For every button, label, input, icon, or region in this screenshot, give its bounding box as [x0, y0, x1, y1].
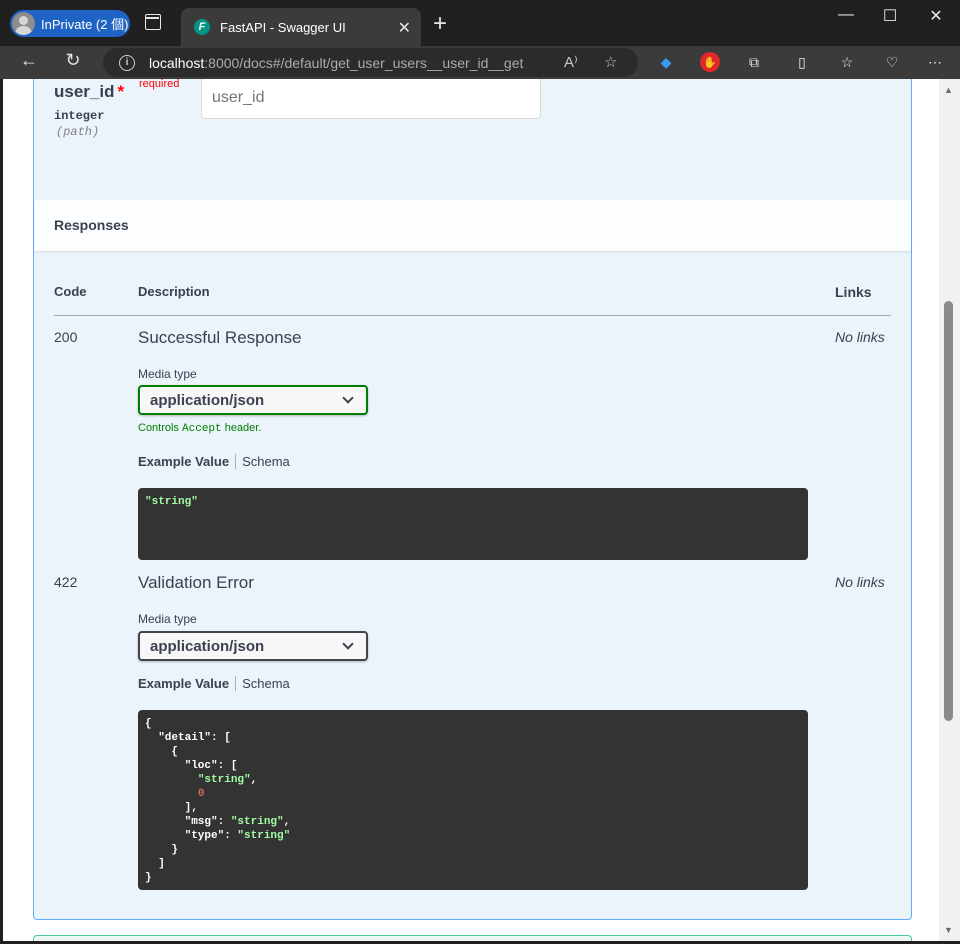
responses-title: Responses: [54, 217, 129, 233]
page-viewport: user_id* required integer (path) Respons…: [3, 79, 939, 941]
example-value-code: "string": [138, 488, 808, 560]
site-info-icon[interactable]: i: [119, 54, 135, 71]
url-path: :8000/docs#/default/get_user_users__user…: [204, 54, 524, 71]
avatar-icon: [12, 12, 35, 35]
tab-title: FastAPI - Swagger UI: [220, 19, 346, 35]
chevron-down-icon: [342, 638, 354, 650]
media-type-value: application/json: [150, 391, 265, 409]
response-links: No links: [835, 574, 885, 590]
tab-actions-icon[interactable]: [145, 14, 161, 30]
url-host: localhost: [149, 54, 205, 71]
window-close-icon[interactable]: ✕: [921, 6, 951, 26]
tab-swagger[interactable]: F FastAPI - Swagger UI ✕: [181, 8, 421, 46]
response-description: Validation Error: [138, 573, 254, 592]
example-value-code: { "detail": [ { "loc": [ "string", 0 ], …: [138, 710, 808, 890]
extension-stop-icon[interactable]: ✋: [700, 52, 720, 72]
example-schema-tabs: Example Value Schema: [138, 454, 290, 469]
tab-example-value[interactable]: Example Value: [138, 676, 237, 691]
inprivate-profile-button[interactable]: InPrivate (2 個): [10, 10, 130, 37]
read-aloud-icon[interactable]: A⁾: [564, 53, 578, 71]
media-type-label: Media type: [138, 367, 197, 381]
user-id-input[interactable]: [201, 79, 541, 119]
param-name: user_id *: [54, 82, 125, 101]
param-type: integer: [54, 109, 105, 123]
media-type-value: application/json: [150, 637, 265, 655]
tab-example-value[interactable]: Example Value: [138, 454, 237, 469]
controls-accept-note: Controls Accept header.: [138, 422, 262, 435]
new-tab-button[interactable]: +: [433, 10, 447, 38]
fastapi-favicon-icon: F: [194, 19, 210, 35]
scroll-down-icon[interactable]: ▼: [944, 925, 953, 935]
param-required-label: required: [139, 79, 180, 90]
responses-header: Responses: [34, 200, 911, 251]
favorite-star-icon[interactable]: ☆: [604, 53, 617, 71]
response-code: 200: [54, 329, 78, 345]
refresh-icon[interactable]: ↻: [60, 50, 86, 71]
more-menu-icon[interactable]: ⋯: [925, 52, 945, 72]
example-schema-tabs: Example Value Schema: [138, 676, 290, 691]
browser-toolbar: ← ↻ i localhost :8000/docs#/default/get_…: [0, 46, 960, 79]
minimize-icon[interactable]: —: [831, 6, 861, 24]
media-type-select[interactable]: application/json: [138, 385, 368, 415]
browser-essentials-icon[interactable]: ♡: [882, 52, 902, 72]
response-code: 422: [54, 574, 78, 590]
col-header-code: Code: [54, 284, 87, 299]
table-header-divider: [54, 315, 891, 316]
param-location: (path): [56, 125, 100, 139]
tab-close-icon[interactable]: ✕: [398, 18, 411, 38]
address-bar[interactable]: i localhost :8000/docs#/default/get_user…: [103, 48, 638, 77]
media-type-label: Media type: [138, 612, 197, 626]
extensions-puzzle-icon[interactable]: ⧉: [744, 52, 764, 72]
operation-block-get: user_id* required integer (path) Respons…: [33, 79, 912, 920]
response-description: Successful Response: [138, 328, 302, 347]
back-arrow-icon[interactable]: ←: [16, 50, 42, 71]
chevron-down-icon: [342, 392, 354, 404]
extension-shield-icon[interactable]: ◆: [656, 52, 676, 72]
next-operation-block: [33, 935, 912, 941]
scroll-up-icon[interactable]: ▲: [944, 85, 953, 95]
split-screen-icon[interactable]: ▯: [792, 52, 812, 72]
tab-schema[interactable]: Schema: [236, 676, 290, 691]
browser-tab-bar: InPrivate (2 個) F FastAPI - Swagger UI ✕…: [0, 0, 960, 46]
maximize-icon[interactable]: ☐: [875, 6, 905, 26]
media-type-select[interactable]: application/json: [138, 631, 368, 661]
favorites-icon[interactable]: ☆: [837, 52, 857, 72]
col-header-description: Description: [138, 284, 210, 299]
col-header-links: Links: [835, 284, 872, 300]
response-links: No links: [835, 329, 885, 345]
tab-schema[interactable]: Schema: [236, 454, 290, 469]
required-star: *: [117, 82, 125, 101]
scrollbar-thumb[interactable]: [944, 301, 953, 721]
page-scrollbar[interactable]: ▲ ▼: [939, 79, 960, 941]
inprivate-label: InPrivate (2 個): [41, 17, 129, 32]
